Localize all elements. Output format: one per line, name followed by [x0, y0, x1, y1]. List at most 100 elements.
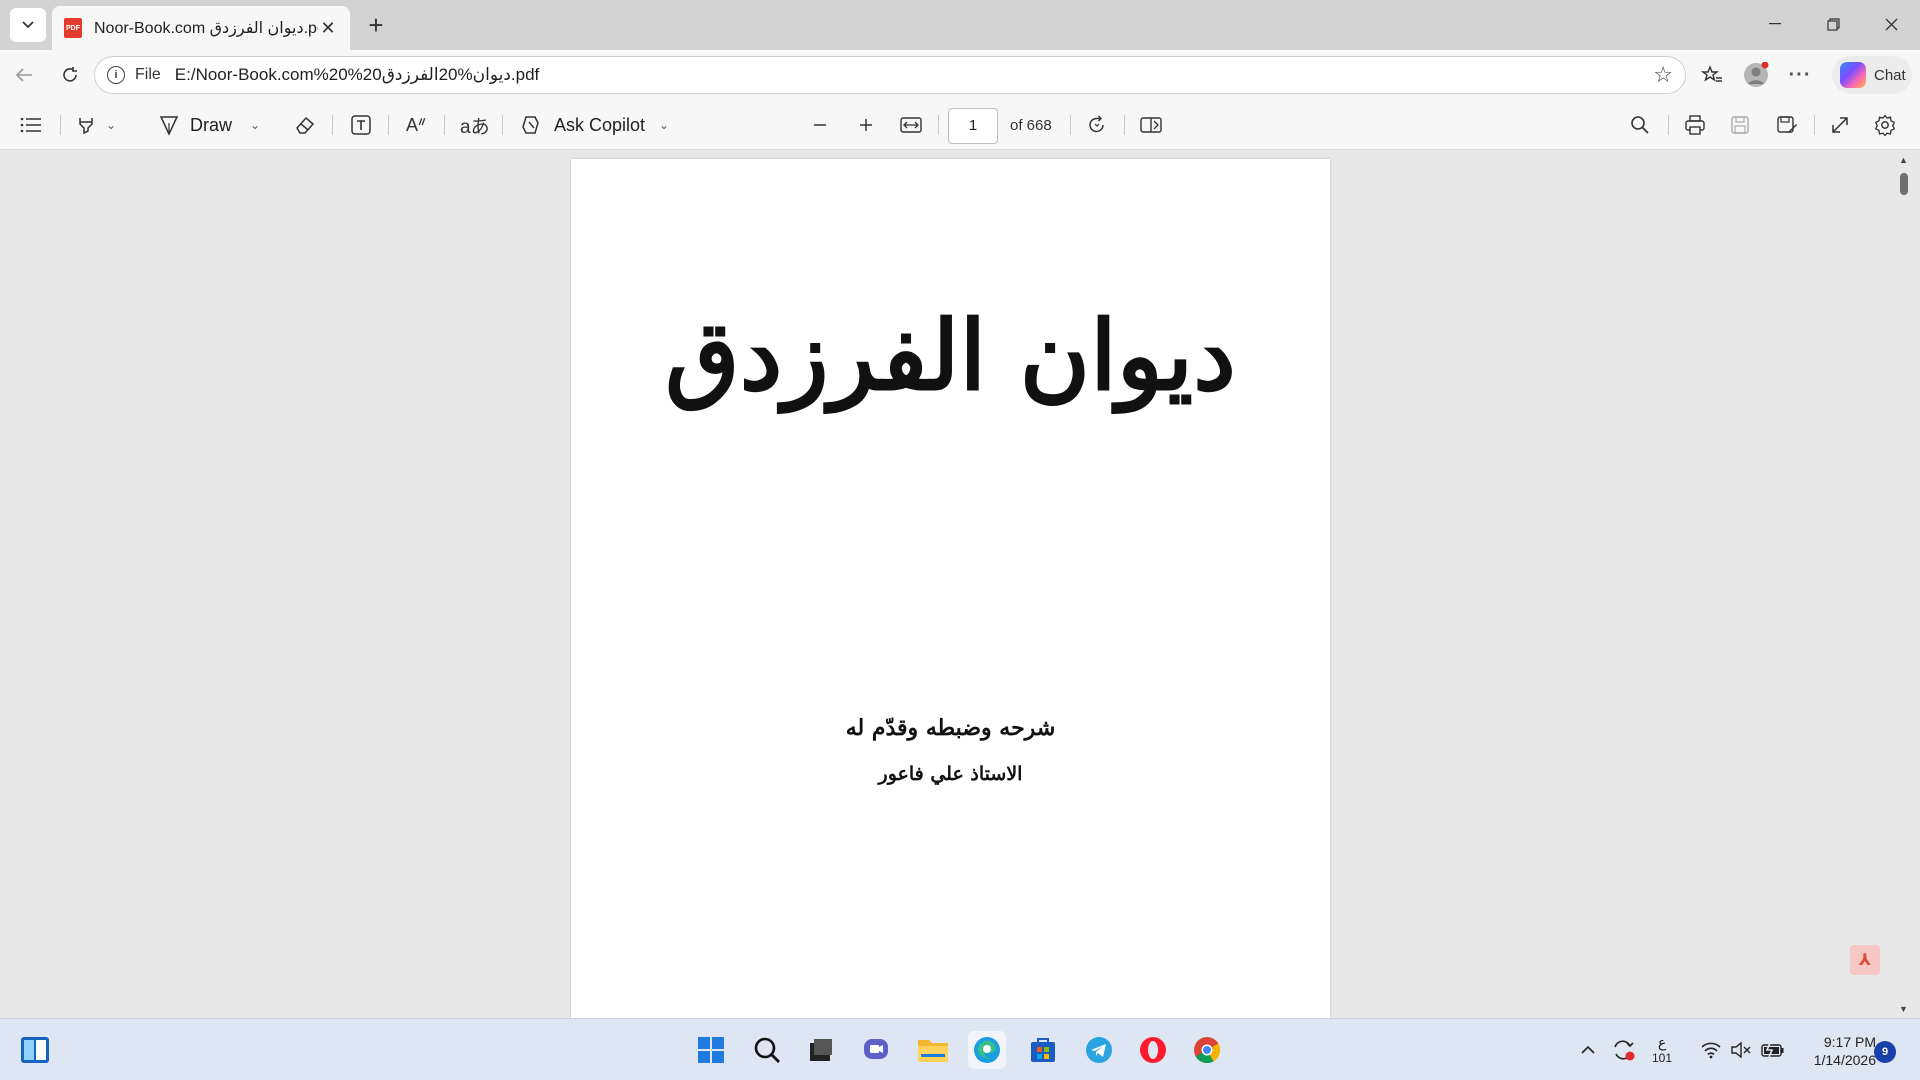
tab-actions-button[interactable]	[10, 8, 46, 42]
battery-button[interactable]	[1760, 1019, 1786, 1080]
copilot-chat-button[interactable]: Chat	[1832, 56, 1912, 94]
minus-icon	[814, 124, 826, 126]
more-menu-button[interactable]: ···	[1784, 59, 1816, 91]
windows-logo-icon	[698, 1037, 724, 1063]
page-view-button[interactable]	[1140, 110, 1162, 140]
reload-button[interactable]	[54, 59, 86, 91]
gear-icon	[1874, 114, 1896, 136]
contents-button[interactable]	[20, 110, 42, 140]
rotate-icon	[1089, 115, 1104, 133]
widgets-button[interactable]	[16, 1031, 54, 1069]
save-button[interactable]	[1730, 110, 1750, 140]
wifi-icon	[1701, 1042, 1721, 1059]
read-aloud-button[interactable]: Aᐥ	[406, 110, 426, 140]
highlight-button[interactable]: ⌄	[76, 110, 116, 140]
highlighter-icon	[79, 118, 93, 135]
sync-status-button[interactable]	[1610, 1019, 1636, 1080]
profile-button[interactable]	[1740, 59, 1772, 91]
restore-button[interactable]	[1810, 8, 1856, 40]
page-number-input[interactable]: 1	[948, 108, 998, 144]
tab-bar: PDF Noor-Book.com ديوان الفرزدق.pdf ✕ +	[0, 0, 1920, 50]
ask-copilot-button[interactable]: Ask Copilot ⌄	[520, 110, 669, 140]
widgets-icon	[21, 1037, 49, 1063]
favorites-icon	[1701, 65, 1722, 82]
favorite-star-icon[interactable]: ☆	[1653, 62, 1673, 88]
draw-button[interactable]: Draw ⌄	[158, 110, 260, 140]
toolbar-separator	[1814, 115, 1815, 135]
opera-button[interactable]	[1134, 1031, 1172, 1069]
microsoft-store-button[interactable]	[1024, 1031, 1062, 1069]
search-icon	[754, 1037, 780, 1063]
rotate-button[interactable]	[1086, 110, 1108, 140]
input-language-indicator[interactable]: ع 101	[1652, 1019, 1672, 1080]
full-screen-button[interactable]	[1830, 110, 1850, 140]
pen-icon	[159, 116, 179, 136]
address-bar[interactable]: i File E:/Noor-Book.com%20%20ديوان%20الف…	[94, 56, 1686, 94]
site-info-icon[interactable]: i	[107, 66, 125, 84]
read-aloud-icon: Aᐥ	[406, 114, 427, 135]
toolbar-separator	[502, 115, 503, 135]
show-hidden-icons-button[interactable]	[1580, 1019, 1596, 1080]
toolbar-separator	[1070, 115, 1071, 135]
new-tab-button[interactable]: +	[360, 10, 392, 42]
start-button[interactable]	[692, 1031, 730, 1069]
chevron-down-icon[interactable]: ⌄	[250, 118, 260, 132]
avatar-icon	[1744, 62, 1769, 87]
printer-icon	[1685, 115, 1705, 135]
pdf-viewer[interactable]: ديوان الفرزدق شرحه وضبطه وقدّم له الاستا…	[0, 151, 1920, 1018]
search-button[interactable]	[748, 1031, 786, 1069]
opera-icon	[1140, 1037, 1166, 1063]
document-title: ديوان الفرزدق	[665, 299, 1236, 412]
sync-icon	[1614, 1040, 1635, 1061]
pdf-settings-button[interactable]	[1874, 110, 1896, 140]
vertical-scrollbar[interactable]: ▲ ▼	[1896, 151, 1912, 1018]
chrome-button[interactable]	[1188, 1031, 1226, 1069]
notification-badge[interactable]: 9	[1874, 1041, 1896, 1063]
ask-copilot-label: Ask Copilot	[554, 114, 646, 135]
translate-button[interactable]: aあ	[460, 110, 490, 140]
zoom-in-button[interactable]	[858, 110, 874, 140]
plus-icon	[860, 119, 872, 131]
favorites-button[interactable]	[1696, 59, 1728, 91]
clock[interactable]: 9:17 PM 1/14/2026	[1796, 1033, 1876, 1069]
zoom-out-button[interactable]	[812, 110, 828, 140]
file-explorer-button[interactable]	[914, 1031, 952, 1069]
url-text[interactable]: E:/Noor-Book.com%20%20ديوان%20الفرزدق.pd…	[175, 65, 1653, 85]
wifi-button[interactable]	[1700, 1019, 1722, 1080]
scroll-up-arrow-icon[interactable]: ▲	[1899, 155, 1908, 165]
browser-tab-active[interactable]: PDF Noor-Book.com ديوان الفرزدق.pdf ✕	[52, 6, 350, 50]
restore-icon	[1826, 17, 1840, 31]
scroll-down-arrow-icon[interactable]: ▼	[1899, 1004, 1908, 1014]
scrollbar-thumb[interactable]	[1900, 173, 1908, 195]
telegram-button[interactable]	[1080, 1031, 1118, 1069]
close-window-button[interactable]	[1868, 8, 1914, 40]
teams-chat-button[interactable]	[858, 1031, 896, 1069]
search-icon	[1631, 116, 1649, 134]
close-tab-icon[interactable]: ✕	[318, 18, 338, 39]
copilot-icon	[1840, 62, 1866, 88]
acrobat-icon[interactable]: ⅄	[1850, 945, 1880, 975]
add-text-button[interactable]	[350, 110, 372, 140]
print-button[interactable]	[1684, 110, 1706, 140]
translate-icon: aあ	[460, 116, 490, 138]
save-as-button[interactable]	[1776, 110, 1798, 140]
minimize-button[interactable]	[1752, 8, 1798, 40]
back-button[interactable]	[8, 59, 40, 91]
toolbar-separator	[444, 115, 445, 135]
volume-button[interactable]	[1730, 1019, 1752, 1080]
url-scheme-label: File	[135, 66, 161, 83]
erase-button[interactable]	[294, 110, 316, 140]
save-icon	[1731, 116, 1749, 134]
chrome-icon	[1194, 1037, 1221, 1064]
chevron-down-icon[interactable]: ⌄	[106, 118, 116, 132]
ime-char: ع	[1657, 1034, 1667, 1050]
reload-icon	[63, 67, 77, 82]
edge-browser-button[interactable]	[968, 1031, 1006, 1069]
task-view-button[interactable]	[802, 1031, 840, 1069]
find-button[interactable]	[1630, 110, 1650, 140]
close-icon	[1885, 18, 1897, 30]
chevron-down-icon	[22, 21, 34, 29]
telegram-icon	[1086, 1037, 1112, 1063]
fit-to-width-button[interactable]	[900, 110, 922, 140]
chevron-down-icon[interactable]: ⌄	[659, 118, 669, 132]
